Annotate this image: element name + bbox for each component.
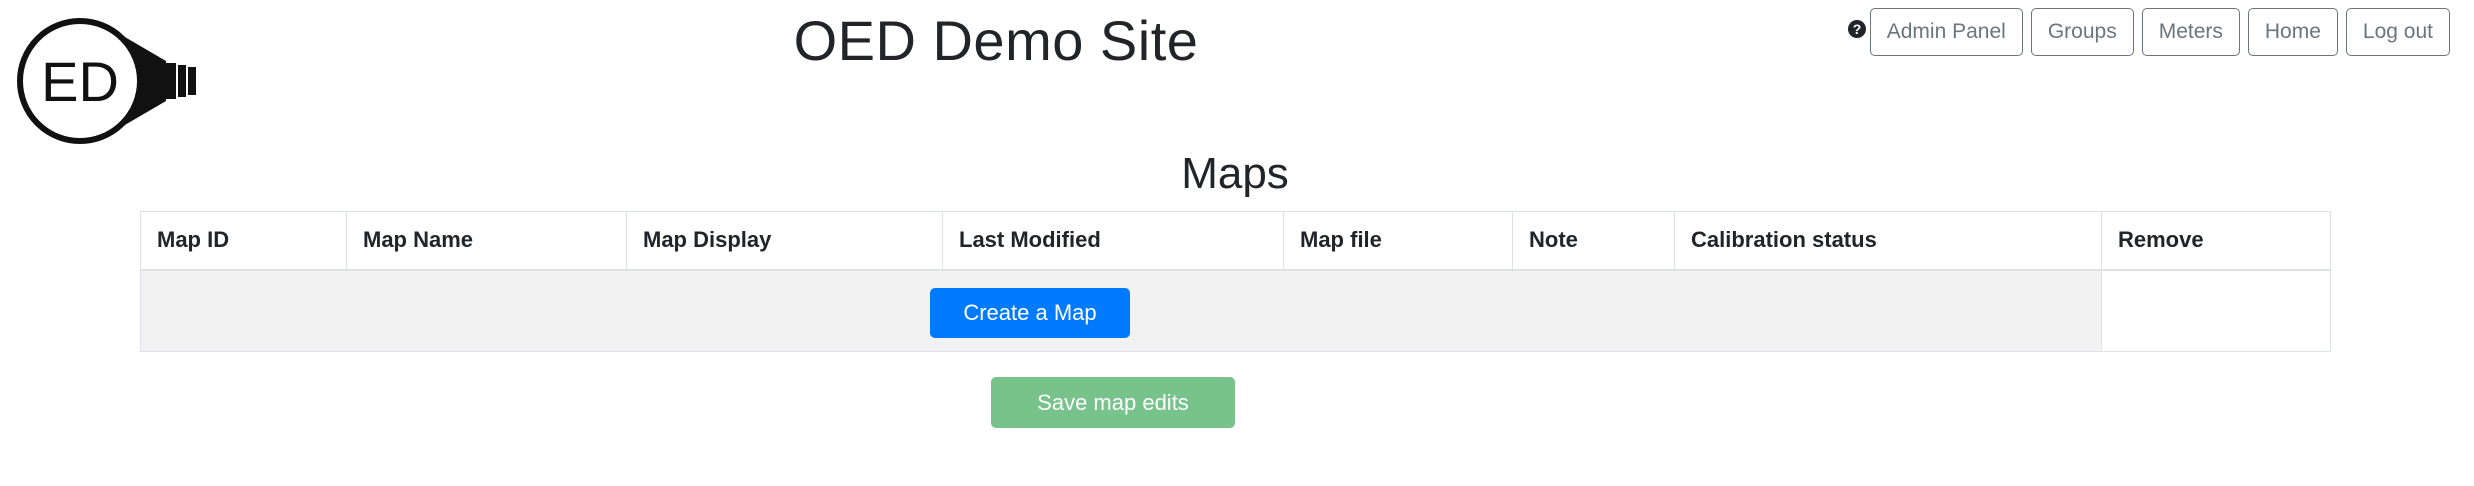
groups-button[interactable]: Groups <box>2030 8 2134 56</box>
page-heading: Maps <box>1181 149 1289 198</box>
column-header-map-name: Map Name <box>346 211 627 271</box>
column-header-map-file: Map file <box>1283 211 1513 271</box>
column-header-remove: Remove <box>2101 211 2331 271</box>
admin-panel-button[interactable]: Admin Panel <box>1869 8 2023 56</box>
page: ED OED Demo Site ? Admin Panel Groups Me… <box>0 0 2474 486</box>
create-map-cell: Create a Map <box>140 269 2102 352</box>
column-header-map-display: Map Display <box>626 211 943 271</box>
top-nav: Admin Panel Groups Meters Home Log out <box>1869 8 2450 56</box>
column-header-calibration-status: Calibration status <box>1674 211 2102 271</box>
table-row: Create a Map <box>140 269 2331 352</box>
remove-cell <box>2101 269 2331 352</box>
table-header-row: Map ID Map Name Map Display Last Modifie… <box>140 211 2331 271</box>
column-header-note: Note <box>1512 211 1675 271</box>
log-out-button[interactable]: Log out <box>2345 8 2450 56</box>
save-map-edits-button[interactable]: Save map edits <box>991 377 1235 428</box>
column-header-last-modified: Last Modified <box>942 211 1284 271</box>
question-circle-icon[interactable]: ? <box>1848 20 1866 38</box>
create-map-button[interactable]: Create a Map <box>930 287 1130 338</box>
meters-button[interactable]: Meters <box>2141 8 2240 56</box>
maps-table: Map ID Map Name Map Display Last Modifie… <box>140 211 2331 352</box>
home-button[interactable]: Home <box>2247 8 2338 56</box>
column-header-map-id: Map ID <box>140 211 347 271</box>
